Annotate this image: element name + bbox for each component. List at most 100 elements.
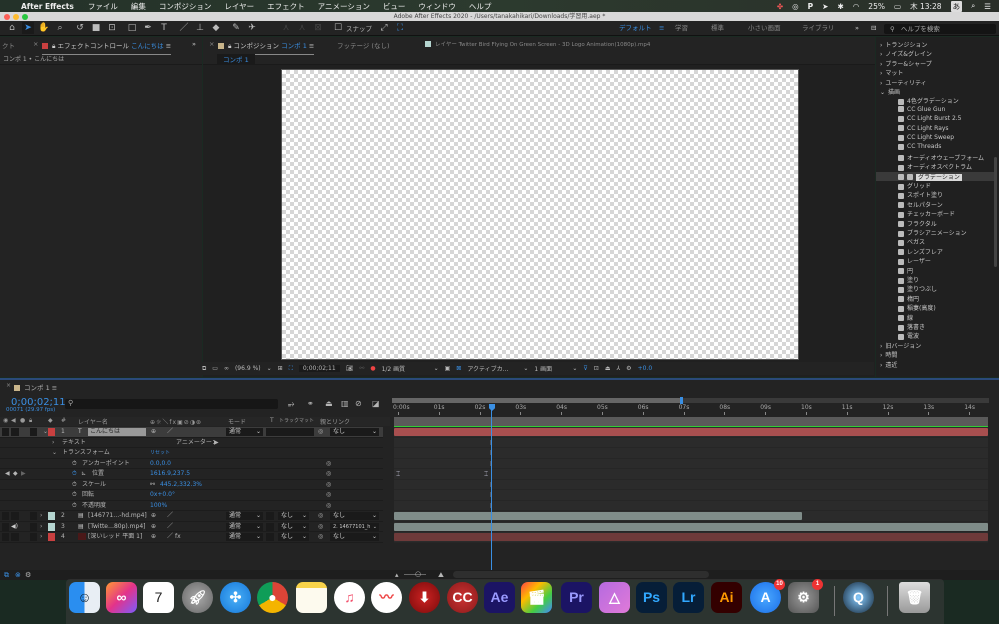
effects-category[interactable]: › 遠近 (876, 360, 996, 370)
zoom-out-icon[interactable]: ▴ (395, 571, 399, 579)
property-row-scale[interactable]: ⏱ スケール ⚯ 445.2,332.3% ◎ (0, 480, 383, 490)
resolution-dropdown[interactable]: 1/2 画質 (382, 364, 428, 373)
video-visibility-icon[interactable]: ◉ (3, 417, 8, 424)
dock-app-chrome[interactable]: ● (257, 582, 288, 613)
blend-mode-dropdown[interactable]: 通常 ⌄ (226, 522, 263, 531)
status-app-icon[interactable]: ✤ (777, 2, 783, 11)
property-row-rotation[interactable]: ⏱ 回転 0x+0.0° ◎ (0, 490, 383, 501)
lock-toggle[interactable] (30, 428, 37, 436)
tab-composition[interactable]: 🔒︎ コンポジション コンポ 1 ≡ (218, 40, 315, 55)
effect-item[interactable]: フラクタル (876, 219, 996, 229)
property-value[interactable]: 1616.9,237.5 (150, 470, 190, 478)
close-window-button[interactable] (4, 14, 10, 20)
dock-app-app-store[interactable]: A 10 (750, 579, 785, 613)
dock-app-final-cut-pro[interactable]: 🎬︎ (521, 582, 552, 613)
dock-app-launchpad[interactable]: 🚀︎ (182, 582, 213, 613)
preserve-transparency-toggle[interactable] (266, 512, 274, 520)
shy-switch-icon[interactable]: ⊕ (151, 512, 156, 520)
blend-mode-dropdown[interactable]: 通常 ⌄ (226, 512, 263, 520)
pick-whip-icon[interactable]: ◎ (318, 523, 323, 531)
stopwatch-icon[interactable]: ⏱ (72, 460, 77, 468)
current-time-display[interactable]: 0;00;02;11 (298, 365, 340, 372)
menu-file[interactable]: ファイル (88, 1, 118, 12)
chevron-right-icon[interactable]: › (880, 80, 882, 87)
video-toggle[interactable] (2, 533, 9, 541)
lock-toggle[interactable] (30, 512, 37, 520)
col-mode[interactable]: モード (228, 417, 246, 426)
menu-edit[interactable]: 編集 (131, 1, 146, 12)
snap-checkbox[interactable]: ☐ (332, 22, 344, 34)
layer-search-input[interactable]: ⚲ (65, 399, 278, 409)
creative-cloud-status-icon[interactable]: ◎ (792, 2, 799, 11)
puppet-pin-tool-icon[interactable]: ✈ (246, 22, 258, 34)
constrain-proportions-icon[interactable]: ⚯ (150, 481, 155, 489)
tab-project-partial[interactable]: クト (2, 40, 15, 50)
effect-item[interactable]: 電波 (876, 331, 996, 341)
property-group[interactable]: ⌄ トランスフォーム リセット (0, 448, 383, 459)
layer-name[interactable]: [Twitte…80p).mp4] (88, 523, 146, 531)
quality-switch-icon[interactable]: ／ (167, 523, 173, 531)
effect-item[interactable]: レンズフレア (876, 247, 996, 257)
track-matte-dropdown[interactable]: なし ⌄ (278, 533, 309, 541)
property-value[interactable]: 445.2,332.3% (160, 481, 202, 489)
effect-item[interactable]: 落書き (876, 322, 996, 332)
menu-window[interactable]: ウィンドウ (418, 1, 456, 12)
workspace-small-screen[interactable]: 小さい画面 (748, 21, 781, 36)
col-parent[interactable]: 親とリンク (320, 417, 350, 426)
dock-app-illustrator[interactable]: Ai (711, 582, 742, 613)
chevron-right-icon[interactable]: › (880, 42, 882, 49)
wifi-icon[interactable]: ◠ (853, 2, 860, 11)
shy-layers-icon[interactable]: ⏏ (325, 399, 333, 408)
tab-effect-controls[interactable]: 🔒︎ エフェクトコントロール こんにちは ≡ (42, 40, 172, 55)
camera-dropdown[interactable]: アクティブカ… (467, 364, 517, 373)
chevron-right-icon[interactable]: › (40, 533, 42, 541)
axis-world-icon[interactable]: ⋏ (296, 22, 308, 34)
region-of-interest-icon[interactable]: ⛶ (289, 365, 293, 373)
track-matte-dropdown[interactable]: なし ⌄ (278, 512, 309, 520)
effects-category[interactable]: › 旧バージョン (876, 341, 996, 351)
dock-app-notes[interactable] (296, 582, 327, 613)
motion-blur-icon[interactable]: ⊘ (355, 399, 362, 408)
roto-brush-tool-icon[interactable]: ✎ (230, 22, 242, 34)
layer-row[interactable]: › 4 [深いレッド 平面 1] ⊕ ／ fx 通常 ⌄ なし ⌄ ◎ なし ⌄ (0, 532, 383, 543)
dock-app-voice-memos[interactable]: 〰 (371, 582, 402, 613)
keyframe-marker[interactable]: ⌶ (484, 470, 488, 478)
property-group[interactable]: › テキスト アニメーター： ▶ (0, 438, 383, 448)
in-out-toggle-icon[interactable]: ⚙ (25, 571, 31, 579)
dock-app-premiere-pro[interactable]: Pr (561, 582, 592, 613)
preserve-transparency-toggle[interactable] (266, 522, 274, 531)
magnification-dropdown[interactable]: (96.9 %) (235, 365, 261, 372)
expression-pickwhip-icon[interactable]: ◎ (326, 460, 331, 468)
next-keyframe-icon[interactable]: ▶ (21, 470, 26, 478)
effect-item[interactable]: ベガス (876, 237, 996, 247)
settings-gear-icon[interactable]: ⚙ (626, 365, 631, 372)
close-tab-icon[interactable]: × (33, 40, 38, 48)
dock-app-finder[interactable]: ☺ (69, 582, 100, 613)
view-layout-dropdown[interactable]: 1 画面 (534, 364, 566, 373)
workspace-standard[interactable]: 標準 (711, 21, 724, 36)
panel-menu-icon[interactable]: ≡ (166, 42, 171, 50)
pen-tool-icon[interactable]: ✒ (142, 22, 154, 34)
tab-timeline-comp[interactable]: コンポ 1 ≡ (14, 382, 57, 392)
label-color[interactable] (48, 522, 55, 531)
tab-footage[interactable]: フッテージ (なし) (337, 40, 390, 50)
effect-item-selected[interactable]: グラデーション (876, 171, 994, 182)
layer-row[interactable]: ⌄ 1 T こんにちは ⊕ ／ 通常 ⌄ ◎ なし ⌄ (0, 427, 383, 438)
menu-help[interactable]: ヘルプ (469, 1, 492, 12)
chevron-down-icon[interactable]: ⌄ (267, 365, 272, 372)
chevron-right-icon[interactable]: › (880, 70, 882, 77)
menu-layer[interactable]: レイヤー (224, 1, 254, 12)
display-icon[interactable]: ▭ (212, 365, 218, 372)
lock-icon[interactable]: 🔒︎ (29, 417, 32, 425)
bird-status-icon[interactable]: ➤ (822, 2, 828, 11)
type-tool-icon[interactable]: T (158, 22, 170, 34)
exposure-value[interactable]: +0.0 (638, 365, 653, 372)
menu-animation[interactable]: アニメーション (318, 1, 370, 12)
shy-switch-icon[interactable]: ⊕ (151, 523, 156, 531)
effect-item[interactable]: 塗り (876, 275, 996, 285)
chevron-down-icon[interactable]: ⌄ (572, 365, 577, 372)
layer-name[interactable]: こんにちは (88, 428, 146, 436)
dock-app-downloader[interactable]: ⬇ (409, 582, 440, 613)
bluetooth-icon[interactable]: ✱ (837, 2, 843, 11)
expression-pickwhip-icon[interactable]: ◎ (326, 481, 331, 489)
